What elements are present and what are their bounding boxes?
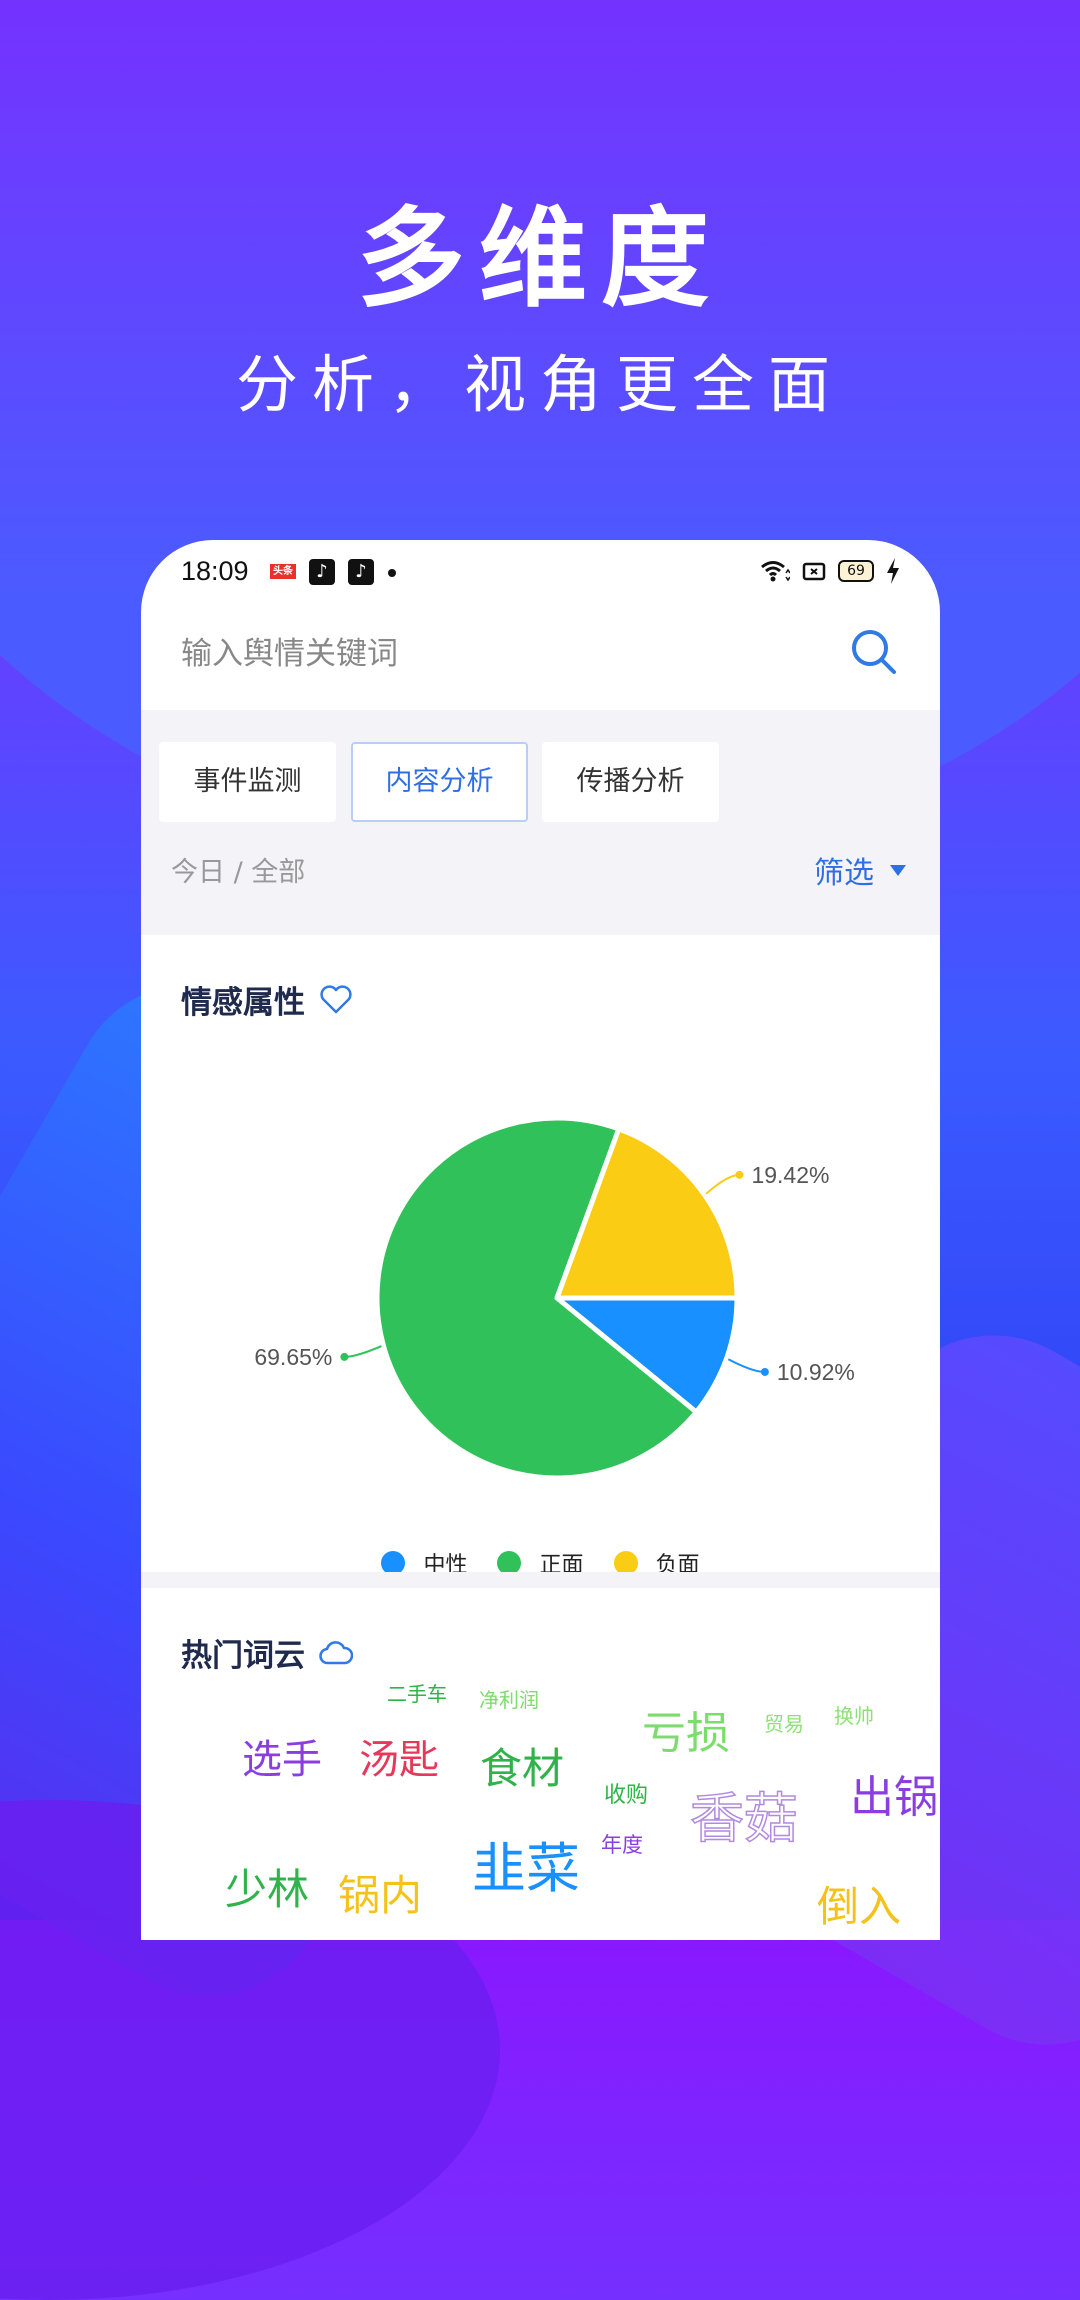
tab-filter-area: 事件监测 内容分析 传播分析 今日 / 全部 筛选 [141, 710, 940, 935]
label-leader-line [727, 1358, 765, 1373]
label-leader-line [344, 1345, 382, 1358]
caret-down-icon [890, 864, 906, 876]
word-cloud-term[interactable]: 香菇 [689, 1791, 799, 1847]
sentiment-card: 情感属性 10.92% 69.65% 19.42% 中性 正面 负面 [141, 935, 940, 1578]
wordcloud-card: 热门词云 二手车 净利润亏损 贸易 换帅选手 汤匙 食材收购 香菇 出锅韭菜 年度少林 锅内 倒入 [141, 1588, 940, 1940]
search-input[interactable] [181, 624, 741, 684]
word-cloud-term[interactable]: 换帅 [834, 1706, 874, 1726]
tab-event-monitoring[interactable]: 事件监测 [159, 742, 336, 822]
tab-spread-analysis[interactable]: 传播分析 [542, 742, 719, 822]
label-leader-dot [760, 1367, 769, 1376]
pie-data-label: 19.42% [751, 1162, 829, 1188]
pie-data-label: 69.65% [254, 1344, 332, 1370]
word-cloud-term[interactable]: 汤匙 [359, 1740, 439, 1780]
toutiao-icon: 头条 [270, 559, 296, 585]
wifi-icon [761, 561, 790, 582]
sentiment-pie-chart: 10.92% 69.65% 19.42% [254, 1115, 855, 1481]
word-cloud-term[interactable]: 年度 [601, 1835, 643, 1856]
notification-dot-icon [388, 569, 396, 577]
section-divider [141, 1572, 940, 1588]
word-cloud-term[interactable]: 锅内 [338, 1875, 422, 1917]
word-cloud-term[interactable]: 少林 [225, 1869, 309, 1911]
hero-subtitle: 分析，视角更全面 [235, 348, 844, 421]
hero-title: 多维度 [356, 197, 723, 322]
wordcloud-title-row: 热门词云 [181, 1630, 353, 1675]
filter-label: 筛选 [814, 856, 874, 891]
word-cloud-term[interactable]: 贸易 [764, 1714, 804, 1734]
system-icons: 69 [760, 556, 900, 586]
word-cloud-term[interactable]: 二手车 [387, 1684, 447, 1704]
tiktok-icon: ♪ [309, 559, 335, 585]
word-cloud-term[interactable]: 收购 [604, 1785, 648, 1807]
word-cloud-term[interactable]: 净利润 [479, 1690, 539, 1710]
search-bar [141, 604, 940, 710]
word-cloud-term[interactable]: 韭菜 [472, 1842, 580, 1896]
filter-button[interactable]: 筛选 [814, 848, 906, 892]
status-bar: 18:09 头条 ♪ ♪ 69 [141, 540, 940, 604]
cloud-icon[interactable] [319, 1640, 353, 1666]
search-icon[interactable] [848, 626, 900, 678]
word-cloud-term[interactable]: 倒入 [817, 1886, 901, 1928]
sim-card-icon [802, 562, 826, 581]
word-cloud-term[interactable]: 选手 [242, 1740, 322, 1780]
tiktok-lite-icon: ♪ [348, 559, 374, 585]
label-leader-dot [340, 1352, 349, 1361]
word-cloud-term[interactable]: 食材 [480, 1748, 564, 1790]
battery-icon: 69 [838, 560, 874, 582]
phone-screen: 18:09 头条 ♪ ♪ 69 输入舆情关键词 事件监测 内容分析 传播分析 今… [141, 540, 940, 1940]
section-title: 热门词云 [181, 1638, 305, 1674]
breadcrumb: 今日 / 全部 [171, 857, 306, 888]
word-cloud-term[interactable]: 亏损 [642, 1712, 730, 1756]
charging-icon [887, 558, 899, 584]
label-leader-line [705, 1173, 740, 1195]
pie-data-label: 10.92% [777, 1359, 855, 1385]
tab-content-analysis[interactable]: 内容分析 [351, 742, 528, 822]
status-time: 18:09 [181, 556, 249, 586]
label-leader-dot [735, 1170, 744, 1179]
word-cloud-term[interactable]: 出锅 [850, 1776, 938, 1820]
